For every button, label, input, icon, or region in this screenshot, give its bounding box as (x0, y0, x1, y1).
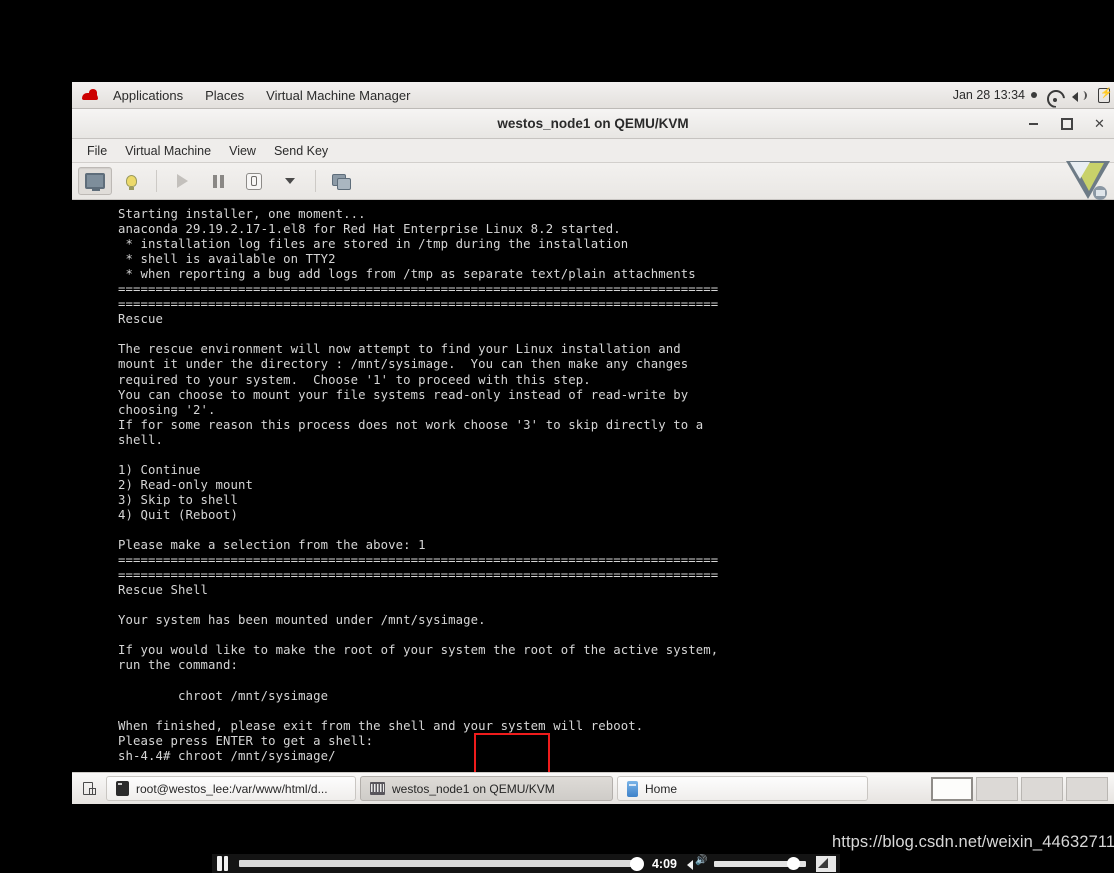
video-player-controls: 4:09 (212, 854, 840, 873)
virt-manager-logo-icon (1060, 159, 1114, 205)
window-toolbar (72, 161, 1114, 200)
clock-area[interactable]: Jan 28 13:34 (953, 88, 1037, 102)
window-menubar: File Virtual Machine View Send Key (72, 139, 1114, 163)
console-view-button[interactable] (78, 167, 112, 195)
taskbar: root@westos_lee:/var/www/html/d... westo… (72, 772, 1114, 804)
vm-console[interactable]: Starting installer, one moment... anacon… (72, 207, 1114, 772)
workspace-1[interactable] (931, 776, 973, 801)
menu-view[interactable]: View (220, 139, 265, 163)
menu-applications[interactable]: Applications (102, 82, 194, 109)
console-text: Starting installer, one moment... anacon… (118, 207, 719, 763)
chevron-down-icon (285, 178, 295, 184)
file-manager-icon (627, 780, 638, 797)
workspace-3[interactable] (1021, 776, 1063, 801)
minimize-button[interactable] (1027, 123, 1040, 125)
fullscreen-icon[interactable] (816, 855, 836, 872)
wifi-icon[interactable] (1046, 88, 1063, 103)
selection-highlight-box (474, 733, 550, 772)
progress-knob[interactable] (629, 857, 644, 871)
taskbar-item-terminal[interactable]: root@westos_lee:/var/www/html/d... (106, 776, 356, 801)
taskbar-item-label: Home (645, 781, 678, 796)
recording-dot-icon (1031, 92, 1037, 98)
menu-places[interactable]: Places (194, 82, 255, 109)
virt-manager-window: westos_node1 on QEMU/KVM ✕ File Virtual … (72, 109, 1114, 772)
monitor-icon (85, 173, 105, 191)
snapshots-button[interactable] (324, 167, 358, 195)
speaker-icon[interactable] (687, 855, 707, 871)
details-view-button[interactable] (114, 167, 148, 195)
pause-icon (212, 174, 224, 188)
lightbulb-icon (125, 175, 137, 190)
progress-slider[interactable] (239, 857, 644, 871)
run-button[interactable] (165, 167, 199, 195)
shutdown-button[interactable] (237, 167, 271, 195)
redhat-logo-icon (80, 88, 100, 102)
toolbar-separator-2 (315, 170, 316, 192)
menu-send-key[interactable]: Send Key (265, 139, 337, 163)
close-button[interactable]: ✕ (1093, 109, 1106, 139)
taskbar-item-label: root@westos_lee:/var/www/html/d... (136, 781, 328, 796)
window-titlebar: westos_node1 on QEMU/KVM ✕ (72, 109, 1114, 139)
screen: Applications Places Virtual Machine Mana… (0, 0, 1114, 873)
power-icon (246, 172, 262, 190)
battery-icon[interactable] (1098, 87, 1112, 103)
time-label: 4:09 (651, 856, 677, 871)
window-controls: ✕ (1027, 109, 1106, 139)
menu-virtual-machine[interactable]: Virtual Machine (116, 139, 220, 163)
play-icon (176, 174, 188, 188)
pause-button[interactable] (201, 167, 235, 195)
show-desktop-icon[interactable] (76, 776, 102, 802)
virtual-machine-icon (370, 782, 385, 795)
volume-knob[interactable] (787, 856, 800, 870)
maximize-button[interactable] (1060, 118, 1073, 130)
gnome-top-bar: Applications Places Virtual Machine Mana… (72, 82, 1114, 109)
volume-slider[interactable] (714, 856, 806, 870)
taskbar-item-virtual-machine[interactable]: westos_node1 on QEMU/KVM (360, 776, 613, 801)
top-bar-menus: Applications Places Virtual Machine Mana… (72, 82, 421, 109)
clock-label: Jan 28 13:34 (952, 88, 1025, 102)
workspace-switcher (931, 776, 1110, 801)
terminal-icon (116, 781, 129, 796)
pause-icon[interactable] (216, 856, 229, 871)
snapshot-icon (332, 173, 351, 190)
toolbar-separator-1 (156, 170, 157, 192)
volume-muted-icon[interactable] (1072, 88, 1089, 103)
taskbar-item-home[interactable]: Home (617, 776, 868, 801)
watermark-url: https://blog.csdn.net/weixin_44632711 (832, 833, 1114, 851)
menu-file[interactable]: File (78, 139, 116, 163)
workspace-4[interactable] (1066, 776, 1108, 801)
menu-virtual-machine-manager[interactable]: Virtual Machine Manager (255, 82, 421, 109)
shutdown-menu-button[interactable] (273, 167, 307, 195)
taskbar-item-label: westos_node1 on QEMU/KVM (392, 781, 555, 796)
top-bar-status-area: Jan 28 13:34 (953, 87, 1114, 103)
window-title: westos_node1 on QEMU/KVM (497, 116, 689, 131)
workspace-2[interactable] (976, 776, 1018, 801)
